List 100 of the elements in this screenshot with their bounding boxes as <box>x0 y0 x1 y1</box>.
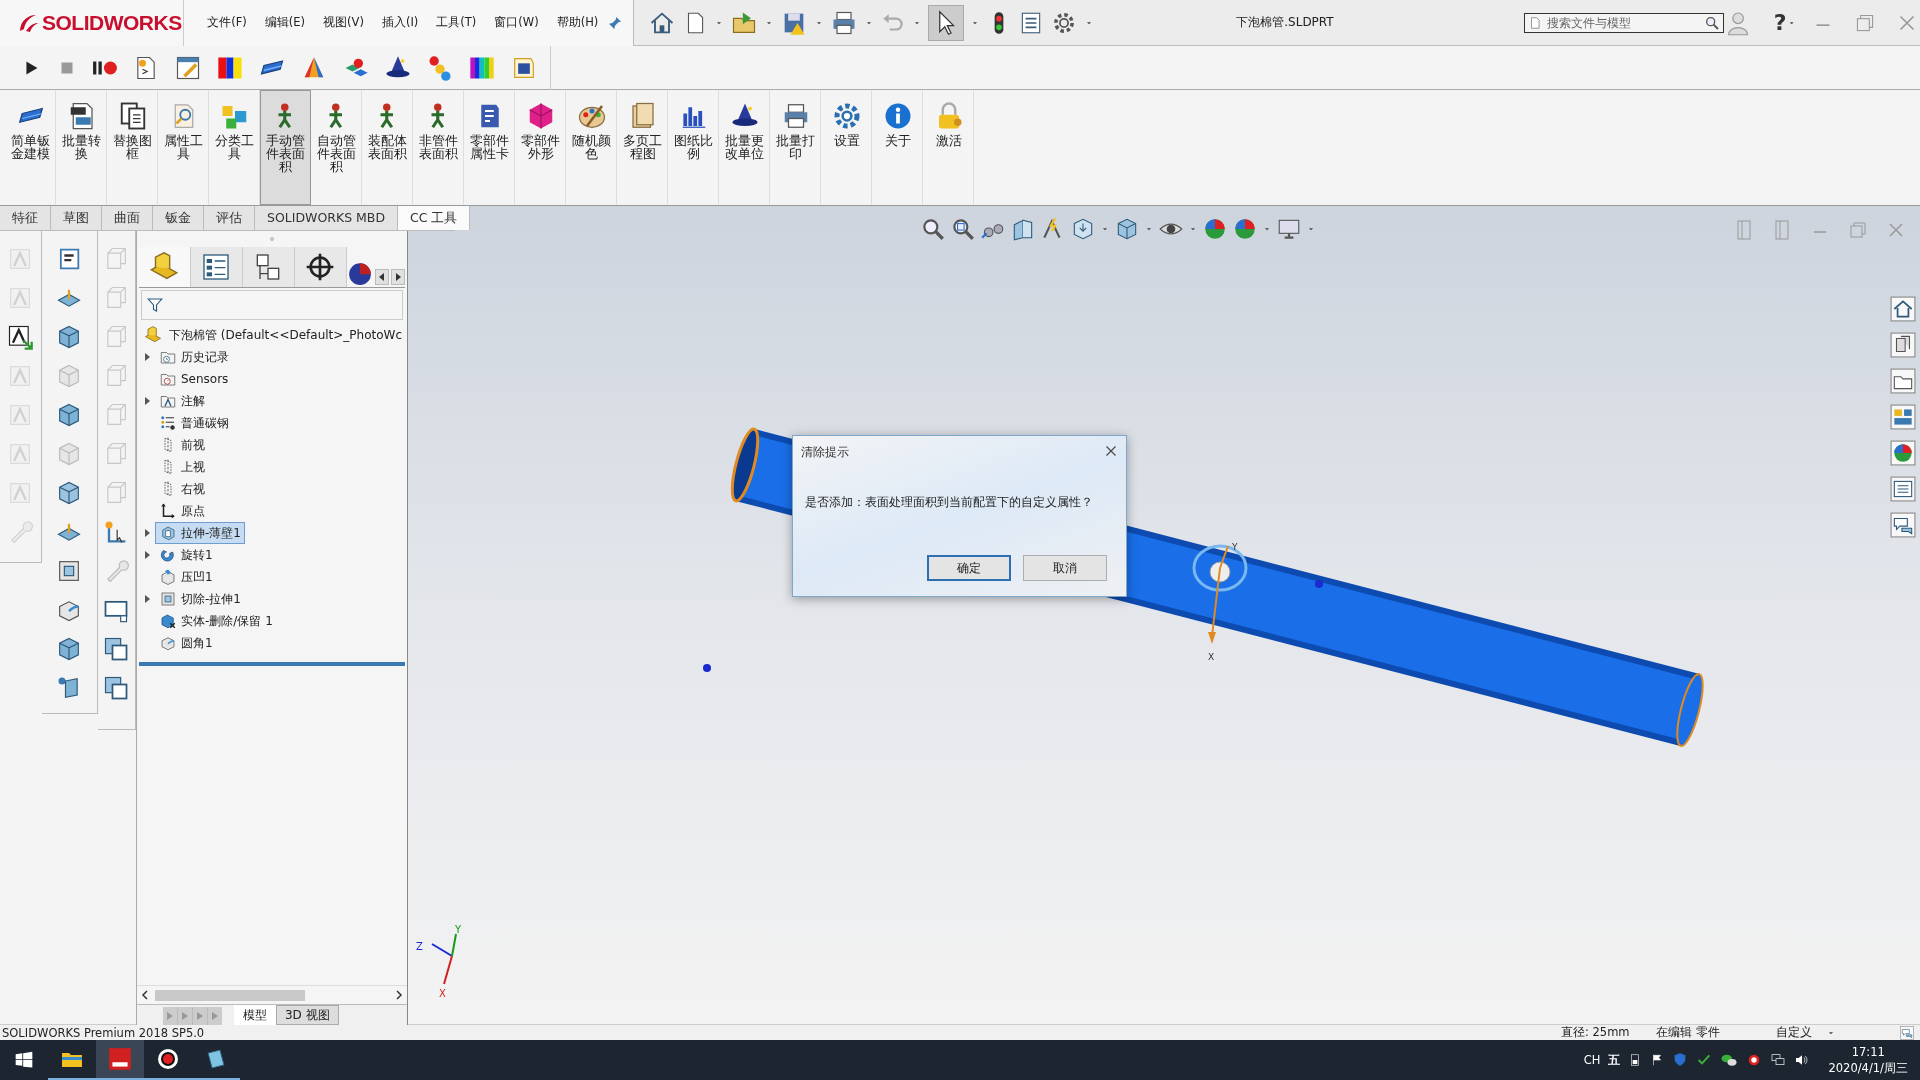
configuration-tab[interactable] <box>243 247 295 287</box>
ribbon-button[interactable]: 激活 <box>923 90 974 205</box>
pin-icon[interactable] <box>607 14 624 31</box>
ribbon-button[interactable]: 多页工程图 <box>617 90 668 205</box>
folder-icon[interactable] <box>1890 368 1916 394</box>
command-tab[interactable]: 评估 <box>204 206 255 230</box>
fillet-icon <box>159 634 177 652</box>
ribbon-button[interactable]: 图纸比例 <box>668 90 719 205</box>
scroll-left-button[interactable] <box>375 269 389 285</box>
ribbon-button[interactable]: 替换图框 <box>107 90 158 205</box>
book-icon <box>204 1047 228 1071</box>
tree-item[interactable]: 旋转1 <box>155 544 217 566</box>
ribbon-button[interactable]: 属性工具 <box>158 90 209 205</box>
menu-item[interactable]: 工具(T) <box>427 15 486 30</box>
app-icon <box>107 1046 133 1072</box>
dialog-button[interactable]: 确定 <box>927 555 1011 581</box>
tree-item[interactable]: 右视 <box>155 478 209 500</box>
help-button[interactable]: ? <box>1773 10 1787 35</box>
ribbon-button[interactable]: 随机颜色 <box>566 90 617 205</box>
model-tab[interactable]: 3D 视图 <box>276 1005 339 1025</box>
zoom-area-icon[interactable] <box>950 216 976 242</box>
zoom-icon[interactable] <box>920 216 946 242</box>
network-icon[interactable] <box>1770 1052 1787 1068</box>
scrollbar-thumb[interactable] <box>155 990 305 1001</box>
scroll-right-icon[interactable] <box>395 990 403 1000</box>
scroll-left-icon[interactable] <box>141 990 149 1000</box>
command-tab[interactable]: CC 工具 <box>398 206 471 230</box>
ribbon-button[interactable]: 批量更改单位 <box>719 90 770 205</box>
expand-arrow[interactable] <box>145 397 151 405</box>
ribbon-button[interactable]: 批量转换 <box>56 90 107 205</box>
origin-icon <box>159 502 177 520</box>
expand-arrow[interactable] <box>145 595 151 603</box>
chat-icon[interactable] <box>1890 512 1916 538</box>
tree-item[interactable]: 前视 <box>155 434 209 456</box>
dimxpert-tab[interactable] <box>295 247 347 287</box>
tree-root[interactable]: 下泡棉管 (Default<<Default>_PhotoWc <box>137 324 407 346</box>
ribbon-button[interactable]: 手动管件表面积 <box>260 90 311 205</box>
ribbon-button[interactable]: 关于 <box>872 90 923 205</box>
input-language[interactable]: CH <box>1583 1053 1601 1067</box>
extrude-icon <box>159 524 177 542</box>
ribbon-button[interactable]: 设置 <box>821 90 872 205</box>
property-tab[interactable] <box>191 247 243 287</box>
command-tab[interactable]: 草图 <box>51 206 102 230</box>
properties-icon[interactable] <box>1890 476 1916 502</box>
tree-item[interactable]: 实体-删除/保留 1 <box>155 610 277 632</box>
units-selector[interactable]: 自定义 <box>1776 1025 1826 1040</box>
filter-field[interactable] <box>141 290 403 320</box>
expand-arrow[interactable] <box>145 529 151 537</box>
dialog-button[interactable]: 取消 <box>1023 555 1107 581</box>
model-tab[interactable]: 模型 <box>234 1005 276 1025</box>
material-icon <box>159 414 177 432</box>
input-method[interactable]: 五 <box>1608 1052 1621 1068</box>
appearance-icon[interactable] <box>1890 440 1916 466</box>
delete-body-icon <box>159 612 177 630</box>
tree-item[interactable]: 圆角1 <box>155 632 217 654</box>
tree-item[interactable]: 上视 <box>155 456 209 478</box>
grip-icon[interactable] <box>267 234 277 244</box>
tree-item[interactable]: 原点 <box>155 500 209 522</box>
annotation-icon[interactable] <box>6 323 35 351</box>
clock-time[interactable]: 17:11 <box>1851 1044 1885 1060</box>
view-palette-icon[interactable] <box>1890 404 1916 430</box>
scene-icon[interactable] <box>1232 216 1258 242</box>
ribbon-button[interactable]: 简单钣金建模 <box>5 90 56 205</box>
tree-item[interactable]: 切除-拉伸1 <box>155 588 245 610</box>
windows-icon <box>14 1050 34 1070</box>
library-icon[interactable] <box>1890 332 1916 358</box>
scroll-right-button[interactable] <box>391 269 405 285</box>
command-tab[interactable]: 钣金 <box>153 206 204 230</box>
menu-item[interactable]: 帮助(H) <box>547 15 608 30</box>
ribbon-button[interactable]: 批量打印 <box>770 90 821 205</box>
ribbon-button[interactable]: 零部件外形 <box>515 90 566 205</box>
expand-arrow[interactable] <box>145 353 151 361</box>
status-text: 直径: 25mm <box>1561 1025 1631 1040</box>
part-icon <box>143 325 163 345</box>
search-icon[interactable] <box>1703 14 1720 31</box>
command-tab[interactable]: 特征 <box>0 206 51 230</box>
command-tab[interactable]: 曲面 <box>102 206 153 230</box>
menu-item[interactable]: 窗口(W) <box>485 15 548 30</box>
menu-item[interactable]: 编辑(E) <box>255 15 315 30</box>
filter-icon <box>146 296 164 314</box>
tree-item[interactable]: 普通碳钢 <box>155 412 233 434</box>
clock-date[interactable]: 2020/4/1/周三 <box>1828 1060 1908 1076</box>
tree-item[interactable]: 注解 <box>155 390 209 412</box>
menu-item[interactable]: 视图(V) <box>314 15 373 30</box>
ribbon-button[interactable]: 非管件表面积 <box>413 90 464 205</box>
home-icon[interactable] <box>1890 296 1916 322</box>
ribbon-button[interactable]: 自动管件表面积 <box>311 90 362 205</box>
expand-arrow[interactable] <box>145 551 151 559</box>
appearance-icon[interactable] <box>1202 216 1228 242</box>
tree-item[interactable]: 拉伸-薄壁1 <box>155 522 245 544</box>
tree-item[interactable]: 压凹1 <box>155 566 217 588</box>
tree-item[interactable]: Sensors <box>155 368 233 390</box>
cursor-icon[interactable] <box>928 4 965 41</box>
search-field[interactable]: 搜索文件与模型 <box>1523 12 1724 33</box>
menu-item[interactable]: 插入(I) <box>372 15 428 30</box>
ribbon-button[interactable]: 装配体表面积 <box>362 90 413 205</box>
tree-item[interactable]: 历史记录 <box>155 346 233 368</box>
taskbar-app[interactable] <box>96 1040 144 1080</box>
ribbon-button[interactable]: 零部件属性卡 <box>464 90 515 205</box>
menu-item[interactable]: 文件(F) <box>198 15 256 30</box>
